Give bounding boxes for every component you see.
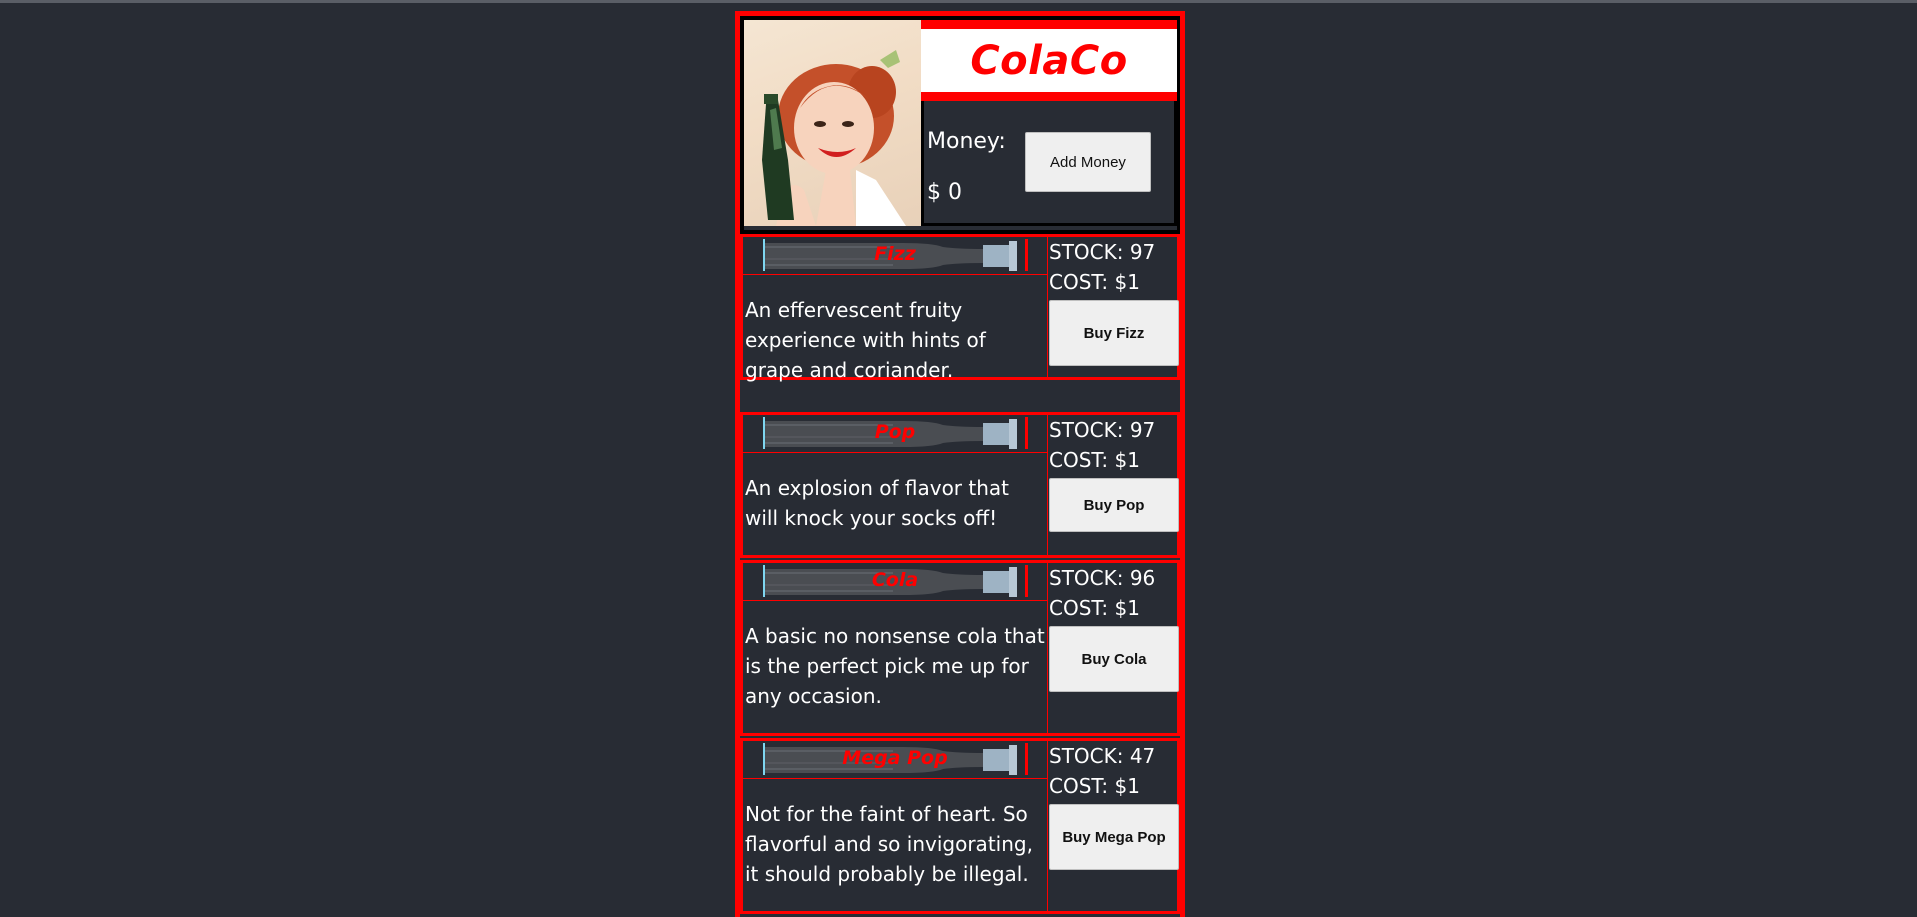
soda-bottle-banner: Cola	[743, 563, 1047, 601]
buy-cola-button[interactable]: Buy Cola	[1049, 626, 1179, 692]
soda-name: Fizz	[874, 243, 916, 265]
soda-description: Not for the faint of heart. So flavorful…	[745, 802, 1033, 886]
soda-bottle-banner: Fizz	[743, 237, 1047, 275]
soda-name: Mega Pop	[842, 747, 948, 769]
soda-info: Mega Pop Not for the faint of heart. So …	[743, 741, 1048, 911]
soda-stock: STOCK: 97	[1049, 418, 1156, 442]
money-value: $ 0	[927, 180, 962, 205]
soda-cost: COST: $1	[1049, 270, 1140, 294]
soda-stock: STOCK: 96	[1049, 566, 1156, 590]
vending-machine: ColaCo Money: $ 0 Add Money Fizz An effe…	[735, 11, 1185, 917]
buy-mega-pop-button[interactable]: Buy Mega Pop	[1049, 804, 1179, 870]
brand-title: ColaCo	[970, 37, 1128, 84]
soda-card-fizz: Fizz An effervescent fruity experience w…	[740, 234, 1180, 382]
soda-description: An explosion of flavor that will knock y…	[745, 476, 1009, 530]
buy-pop-button[interactable]: Buy Pop	[1049, 478, 1179, 532]
money-label: Money:	[927, 129, 1006, 154]
soda-card-mega-pop: Mega Pop Not for the faint of heart. So …	[740, 738, 1180, 914]
soda-description: A basic no nonsense cola that is the per…	[745, 624, 1045, 708]
soda-cost: COST: $1	[1049, 774, 1140, 798]
soda-info: Pop An explosion of flavor that will kno…	[743, 415, 1048, 555]
soda-info: Cola A basic no nonsense cola that is th…	[743, 563, 1048, 733]
soda-info: Fizz An effervescent fruity experience w…	[743, 237, 1048, 382]
soda-cost: COST: $1	[1049, 596, 1140, 620]
soda-cost: COST: $1	[1049, 448, 1140, 472]
brand-banner: ColaCo	[921, 20, 1177, 101]
soda-name: Pop	[874, 421, 916, 443]
soda-name: Cola	[871, 569, 919, 591]
soda-stock: STOCK: 47	[1049, 744, 1156, 768]
soda-card-cola: Cola A basic no nonsense cola that is th…	[740, 560, 1180, 736]
soda-bottle-banner: Mega Pop	[743, 741, 1047, 779]
pinup-girl-with-bottle-image	[744, 20, 921, 226]
soda-description: An effervescent fruity experience with h…	[745, 298, 986, 382]
add-money-button[interactable]: Add Money	[1025, 132, 1151, 192]
soda-bottle-banner: Pop	[743, 415, 1047, 453]
soda-card-pop: Pop An explosion of flavor that will kno…	[740, 412, 1180, 558]
machine-header: ColaCo Money: $ 0 Add Money	[740, 16, 1180, 234]
money-panel: Money: $ 0 Add Money	[921, 101, 1177, 226]
buy-fizz-button[interactable]: Buy Fizz	[1049, 300, 1179, 366]
soda-stock: STOCK: 97	[1049, 240, 1156, 264]
